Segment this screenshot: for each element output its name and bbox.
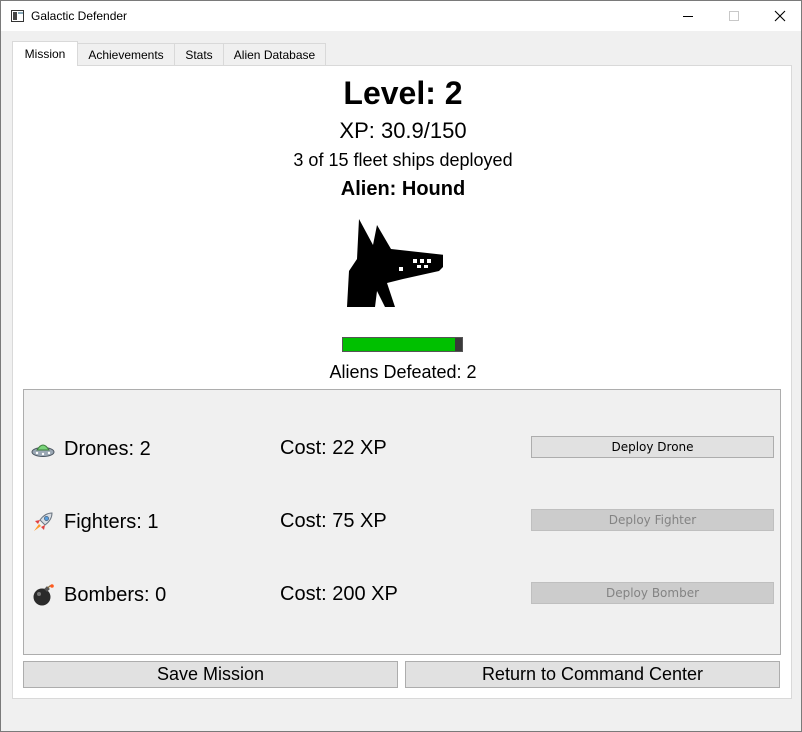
title-bar: Galactic Defender — [1, 1, 801, 31]
bomb-icon — [33, 584, 54, 606]
app-window: Galactic Defender Mission Achievements S… — [0, 0, 802, 732]
deploy-bomber-button[interactable]: Deploy Bomber — [531, 582, 774, 604]
close-icon — [774, 10, 786, 22]
app-icon — [11, 10, 24, 22]
alien-hound-image[interactable] — [343, 215, 443, 310]
drone-cost: Cost: 22 XP — [280, 437, 387, 459]
level-label: Level: 2 — [343, 75, 463, 111]
rocket-icon — [34, 512, 53, 531]
fleet-shop: Drones: 2 Cost: 22 XP Deploy Drone Fight… — [23, 389, 781, 655]
tab-achievements[interactable]: Achievements — [77, 43, 175, 65]
tab-stats[interactable]: Stats — [174, 43, 224, 65]
xp-label: XP: 30.9/150 — [339, 118, 467, 143]
alien-health-bar — [342, 337, 463, 352]
deploy-fighter-button[interactable]: Deploy Fighter — [531, 509, 774, 531]
shop-row-fighters: Fighters: 1 Cost: 75 XP Deploy Fighter — [24, 507, 780, 537]
alien-health-fill — [343, 338, 455, 351]
fleet-label: 3 of 15 fleet ships deployed — [293, 150, 513, 170]
shop-row-drones: Drones: 2 Cost: 22 XP Deploy Drone — [24, 434, 780, 464]
aliens-defeated-label: Aliens Defeated: 2 — [329, 362, 477, 382]
close-button[interactable] — [757, 1, 802, 31]
maximize-button[interactable] — [711, 1, 757, 31]
window-title: Galactic Defender — [31, 9, 128, 23]
fighter-cost: Cost: 75 XP — [280, 510, 387, 532]
tab-mission[interactable]: Mission — [12, 41, 78, 66]
mission-panel: Level: 2 XP: 30.9/150 3 of 15 fleet ship… — [12, 65, 792, 699]
minimize-icon — [683, 15, 693, 17]
ufo-icon — [31, 444, 55, 457]
return-to-command-center-button[interactable]: Return to Command Center — [405, 661, 780, 688]
maximize-icon — [729, 11, 739, 21]
drones-count: Drones: 2 — [64, 438, 151, 460]
fighters-count: Fighters: 1 — [64, 511, 159, 533]
tab-alien-database[interactable]: Alien Database — [223, 43, 326, 65]
shop-row-bombers: Bombers: 0 Cost: 200 XP Deploy Bomber — [24, 580, 780, 610]
minimize-button[interactable] — [665, 1, 711, 31]
deploy-drone-button[interactable]: Deploy Drone — [531, 436, 774, 458]
save-mission-button[interactable]: Save Mission — [23, 661, 398, 688]
bombers-count: Bombers: 0 — [64, 584, 167, 606]
bomber-cost: Cost: 200 XP — [280, 583, 398, 605]
alien-name-label: Alien: Hound — [340, 178, 466, 200]
